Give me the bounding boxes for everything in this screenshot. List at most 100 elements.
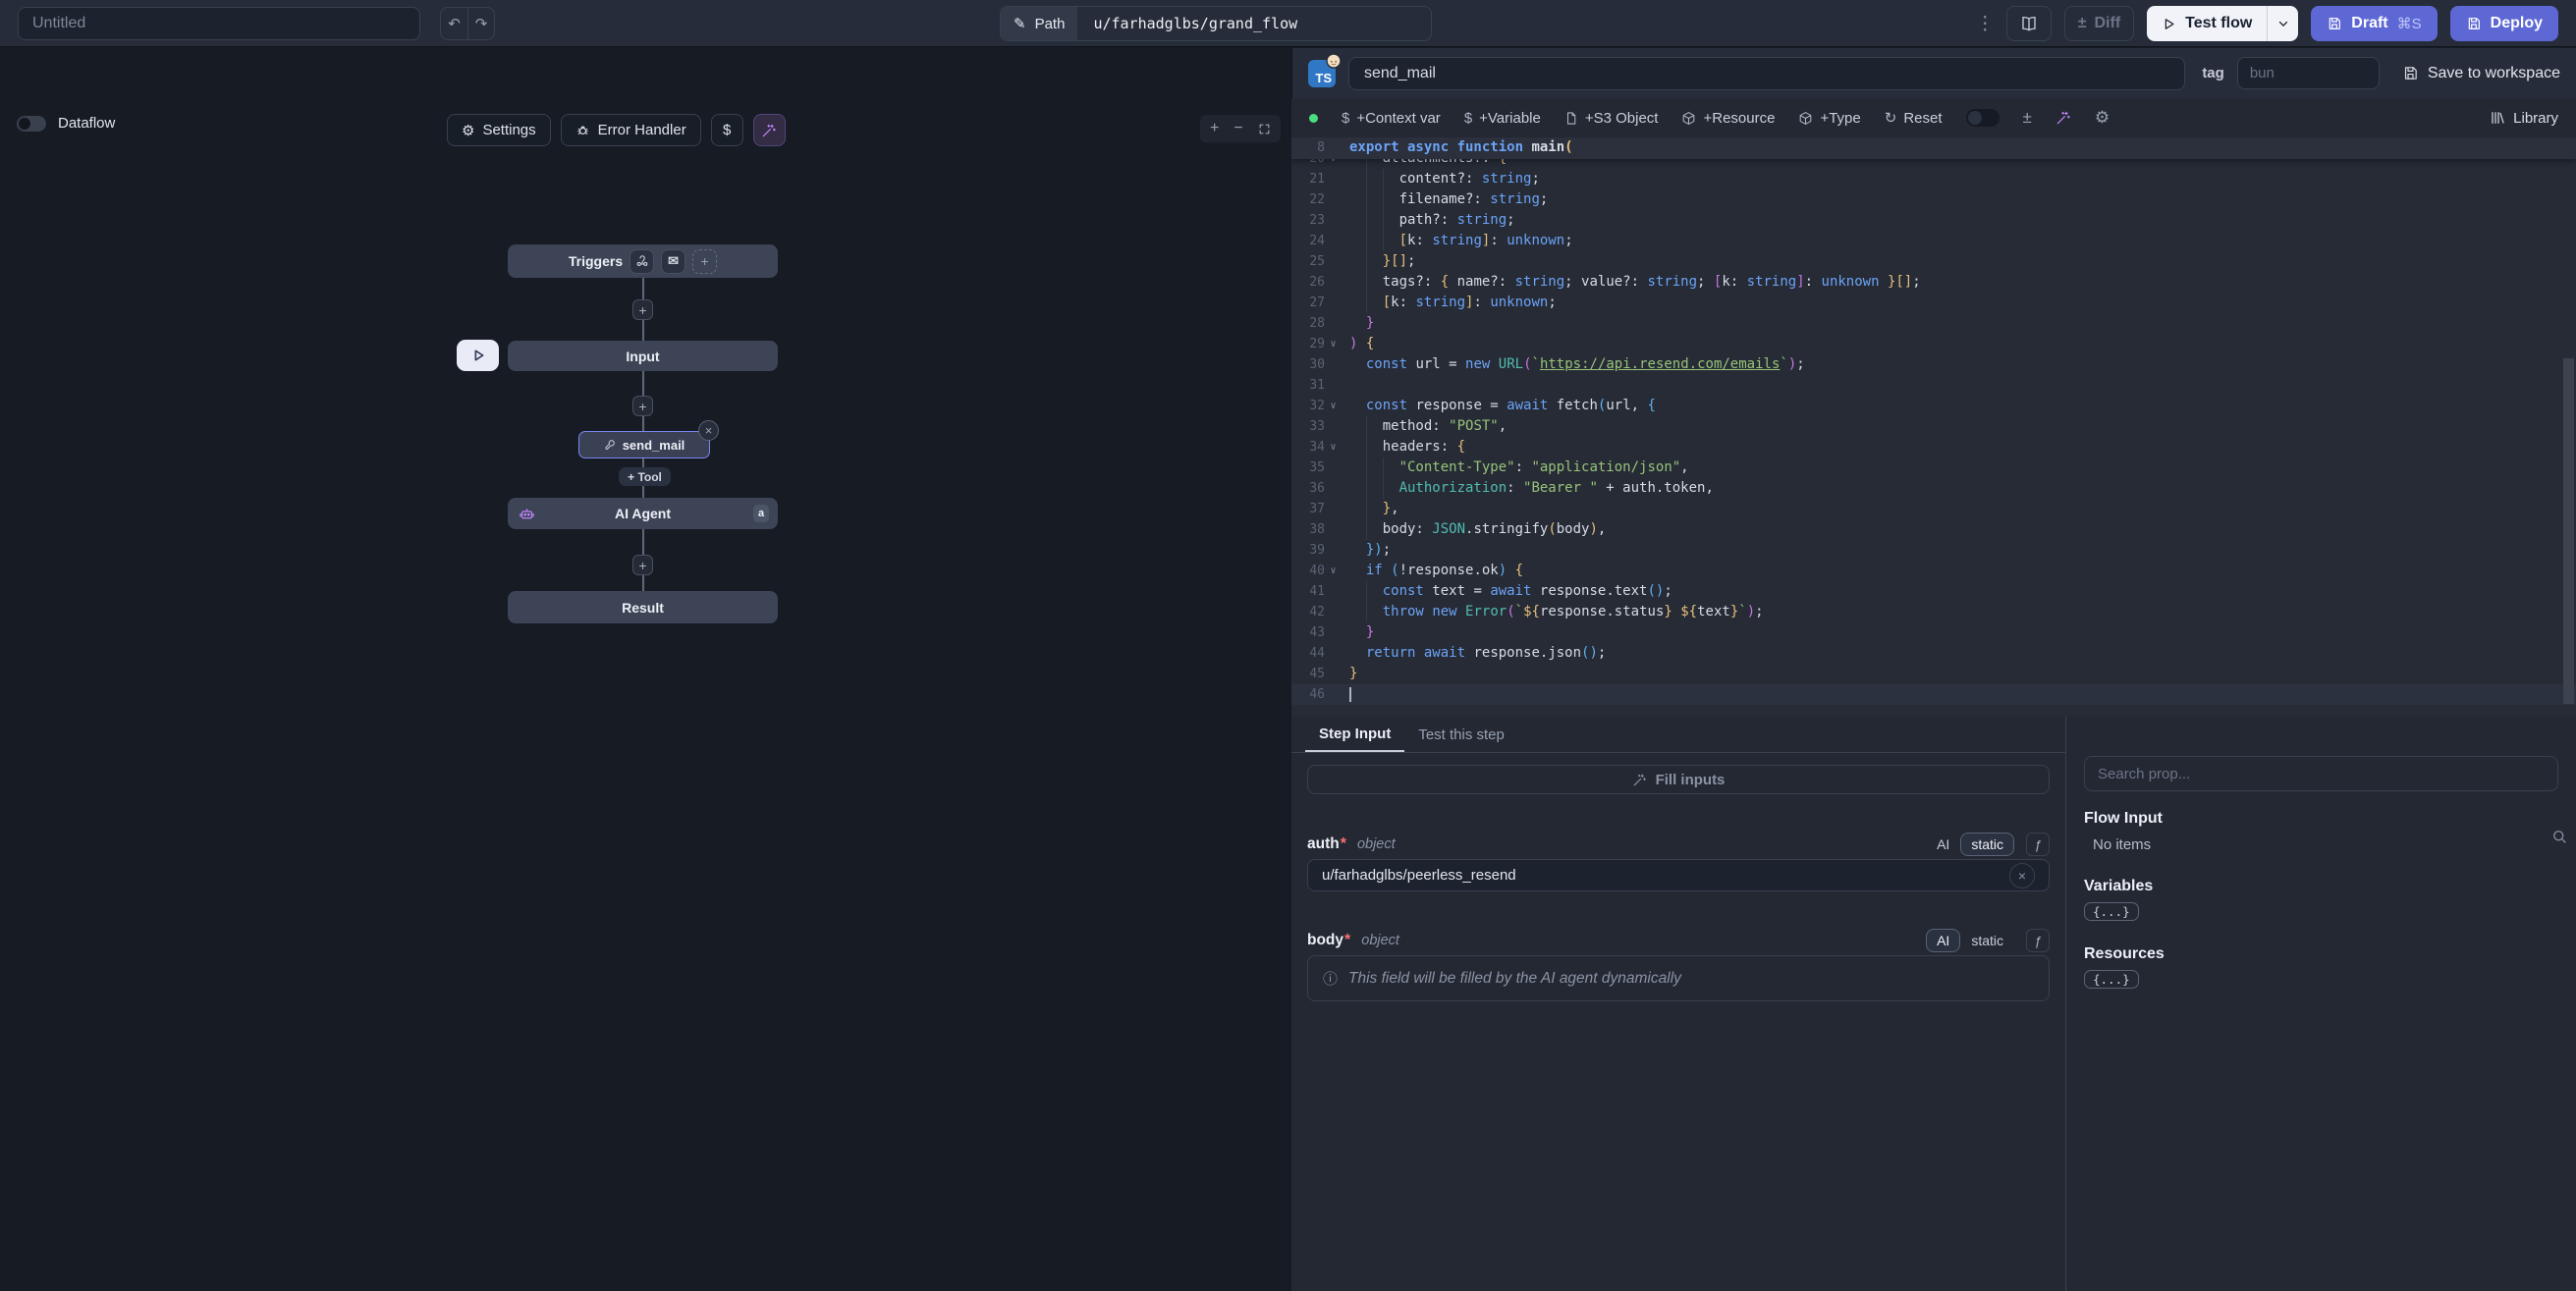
ai-gen-button[interactable] — [2055, 110, 2071, 126]
code-line[interactable]: 45} — [1291, 664, 2576, 684]
code-line[interactable]: 33 method: "POST", — [1291, 416, 2576, 437]
dataflow-toggle[interactable] — [17, 116, 46, 132]
flow-canvas[interactable]: Dataflow ⚙ Settings Error Handler $ — [0, 48, 1291, 1291]
code-line[interactable]: 42 throw new Error(`${response.status} $… — [1291, 602, 2576, 622]
step-name-input[interactable] — [1348, 57, 2185, 90]
variables-object-chip[interactable]: {...} — [2084, 902, 2139, 921]
insert-step-button[interactable]: + — [632, 396, 653, 416]
tag-input[interactable] — [2237, 57, 2380, 89]
code-line[interactable]: 46 — [1291, 684, 2576, 705]
editor-toggle[interactable] — [1966, 109, 2000, 127]
body-expression-button[interactable]: ƒ — [2026, 929, 2050, 952]
code-line[interactable]: 31 — [1291, 375, 2576, 396]
code-line[interactable]: 41 const text = await response.text(); — [1291, 581, 2576, 602]
diff-mode-button[interactable]: ± — [2023, 108, 2032, 128]
redo-button[interactable]: ↷ — [467, 8, 494, 39]
tab-step-input[interactable]: Step Input — [1305, 717, 1404, 752]
code-line[interactable]: 38 body: JSON.stringify(body), — [1291, 519, 2576, 540]
code-editor[interactable]: 20∨ attachments?: {21 content?: string;2… — [1291, 137, 2576, 717]
code-line[interactable]: 35 "Content-Type": "application/json", — [1291, 457, 2576, 478]
editor-settings-button[interactable]: ⚙ — [2095, 108, 2110, 128]
add-trigger-button[interactable]: + — [692, 249, 717, 274]
code-line[interactable]: 27 [k: string]: unknown; — [1291, 293, 2576, 313]
webhook-trigger-button[interactable] — [630, 249, 654, 274]
fold-gutter — [1325, 540, 1342, 561]
code-line[interactable]: 26 tags?: { name?: string; value?: strin… — [1291, 272, 2576, 293]
send-mail-node[interactable]: send_mail — [578, 431, 710, 458]
code-line[interactable]: 29∨) { — [1291, 334, 2576, 354]
code-line[interactable]: 34∨ headers: { — [1291, 437, 2576, 457]
reset-button[interactable]: ↻ Reset — [1885, 109, 1943, 127]
add-context-var-button[interactable]: $ +Context var — [1342, 110, 1441, 127]
deploy-button[interactable]: Deploy — [2450, 6, 2558, 41]
code-line[interactable]: 24 [k: string]: unknown; — [1291, 231, 2576, 251]
insert-step-button[interactable]: + — [632, 299, 653, 320]
undo-button[interactable]: ↶ — [441, 8, 467, 39]
dollar-icon: $ — [1342, 110, 1349, 127]
fold-chevron-icon[interactable]: ∨ — [1325, 396, 1342, 416]
code-line[interactable]: 25 }[]; — [1291, 251, 2576, 272]
fold-chevron-icon[interactable]: ∨ — [1325, 437, 1342, 457]
delete-step-button[interactable]: × — [698, 420, 719, 441]
run-flow-button[interactable] — [457, 340, 499, 371]
ai-assistant-button[interactable] — [753, 114, 786, 146]
error-handler-button[interactable]: Error Handler — [561, 114, 701, 146]
zoom-out-button[interactable]: − — [1233, 121, 1242, 136]
code-line[interactable]: 39 }); — [1291, 540, 2576, 561]
code-line[interactable]: 40∨ if (!response.ok) { — [1291, 561, 2576, 581]
search-icon[interactable] — [2550, 828, 2568, 845]
add-variable-button[interactable]: $ +Variable — [1464, 110, 1541, 127]
resources-object-chip[interactable]: {...} — [2084, 970, 2139, 989]
search-prop-input[interactable] — [2084, 756, 2558, 791]
code-line[interactable]: 21 content?: string; — [1291, 169, 2576, 189]
code-line[interactable]: 37 }, — [1291, 499, 2576, 519]
code-line[interactable]: 22 filename?: string; — [1291, 189, 2576, 210]
code-line[interactable]: 43 } — [1291, 622, 2576, 643]
code-line[interactable]: 23 path?: string; — [1291, 210, 2576, 231]
status-dot — [1309, 114, 1318, 123]
flow-path-chip[interactable]: ✎ Path u/farhadglbs/grand_flow — [1000, 6, 1432, 41]
body-mode-ai-button[interactable]: AI — [1926, 929, 1960, 952]
input-node[interactable]: Input — [508, 341, 778, 371]
workers-button[interactable]: $ — [711, 114, 743, 146]
code-line[interactable]: 28 } — [1291, 313, 2576, 334]
test-flow-button[interactable]: Test flow — [2147, 6, 2267, 41]
fit-view-button[interactable] — [1258, 123, 1271, 135]
auth-mode-static-button[interactable]: static — [1960, 833, 2014, 856]
auth-clear-button[interactable]: × — [2009, 863, 2035, 888]
fold-chevron-icon[interactable]: ∨ — [1325, 561, 1342, 581]
add-s3-object-button[interactable]: +S3 Object — [1564, 110, 1659, 127]
add-resource-button[interactable]: +Resource — [1681, 110, 1775, 127]
editor-scrollbar[interactable] — [2563, 358, 2574, 704]
fold-chevron-icon[interactable]: ∨ — [1325, 334, 1342, 354]
ai-agent-node[interactable]: AI Agent a — [508, 498, 778, 529]
email-trigger-button[interactable]: ✉ — [661, 249, 685, 274]
auth-expression-button[interactable]: ƒ — [2026, 833, 2050, 856]
library-button[interactable]: Library — [2490, 110, 2558, 127]
tab-test-this-step[interactable]: Test this step — [1404, 717, 1518, 752]
code-line[interactable]: 32∨ const response = await fetch(url, { — [1291, 396, 2576, 416]
triggers-node[interactable]: Triggers ✉ + — [508, 244, 778, 278]
save-to-workspace-button[interactable]: Save to workspace — [2402, 65, 2560, 82]
test-flow-dropdown-button[interactable] — [2267, 6, 2298, 41]
settings-button[interactable]: ⚙ Settings — [447, 114, 551, 146]
add-tool-button[interactable]: + Tool — [619, 467, 671, 486]
flow-title-input[interactable] — [18, 7, 420, 40]
minus-icon: − — [1233, 120, 1242, 136]
diff-button[interactable]: ± Diff — [2064, 6, 2134, 41]
zoom-in-button[interactable]: + — [1210, 121, 1219, 136]
auth-value-input[interactable]: u/farhadglbs/peerless_resend × — [1307, 859, 2050, 891]
auth-mode-ai-button[interactable]: AI — [1926, 833, 1960, 856]
result-node[interactable]: Result — [508, 591, 778, 623]
fill-inputs-button[interactable]: Fill inputs — [1307, 765, 2050, 794]
code-line[interactable]: 36 Authorization: "Bearer " + auth.token… — [1291, 478, 2576, 499]
docs-button[interactable] — [2006, 6, 2052, 41]
sticky-code-line[interactable]: 8export async function main( — [1291, 137, 2576, 159]
add-type-button[interactable]: +Type — [1798, 110, 1860, 127]
draft-button[interactable]: Draft ⌘S — [2311, 6, 2437, 41]
more-menu-button[interactable]: ⋮ — [1976, 13, 1994, 35]
body-mode-static-button[interactable]: static — [1960, 929, 2014, 952]
code-line[interactable]: 44 return await response.json(); — [1291, 643, 2576, 664]
insert-step-button[interactable]: + — [632, 555, 653, 575]
code-line[interactable]: 30 const url = new URL(`https://api.rese… — [1291, 354, 2576, 375]
